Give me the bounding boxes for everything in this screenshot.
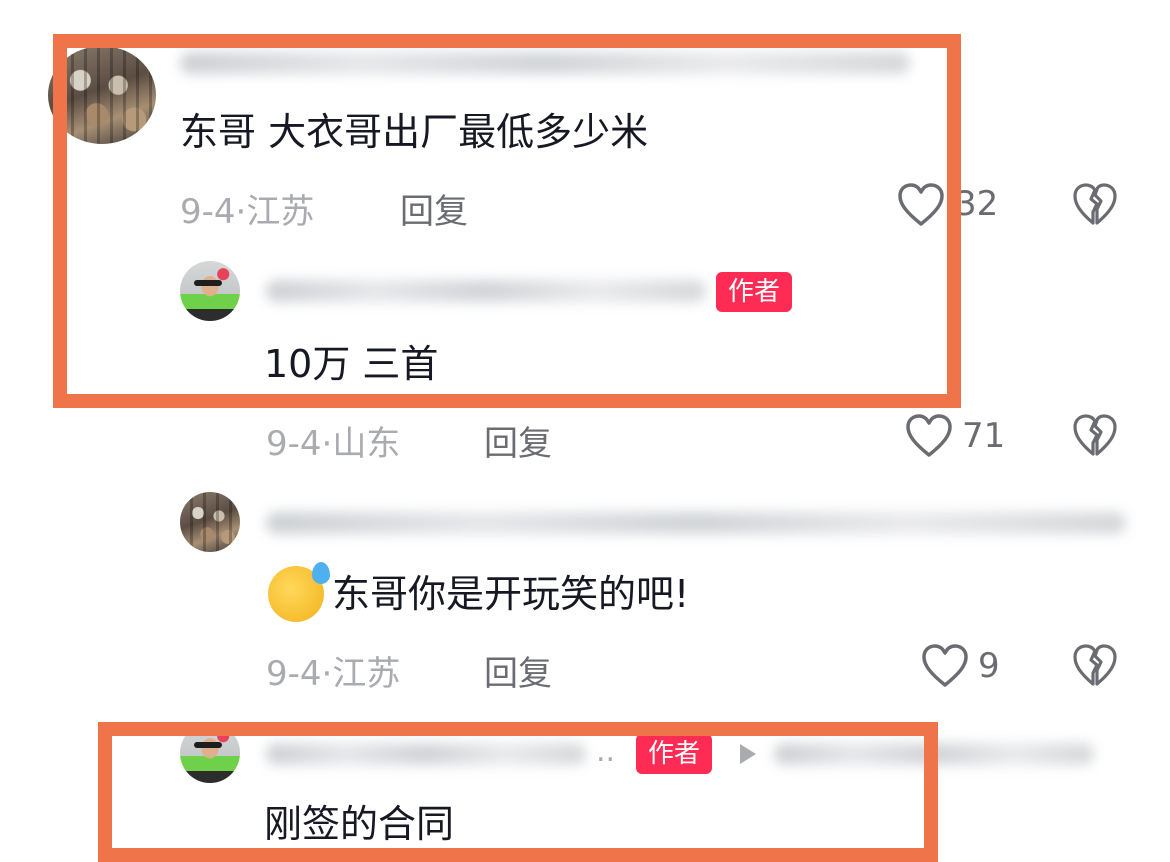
highlight-frame xyxy=(53,34,961,408)
comment-date: 9-4· xyxy=(266,654,333,694)
highlight-frame xyxy=(98,722,938,862)
sweat-smile-emoji xyxy=(268,562,330,622)
comment-meta: 9-4·山东 xyxy=(266,416,400,465)
commenter-avatar[interactable] xyxy=(180,492,240,552)
reply-button[interactable]: 回复 xyxy=(484,646,552,695)
like-count: 32 xyxy=(955,184,999,224)
broken-heart-icon[interactable] xyxy=(1072,643,1118,689)
comment-location: 山东 xyxy=(332,424,401,464)
heart-outline-icon[interactable] xyxy=(904,413,954,459)
comment-text: 东哥你是开玩笑的吧! xyxy=(332,572,690,616)
blurred-username xyxy=(266,512,1126,534)
broken-heart-icon[interactable] xyxy=(1072,182,1118,228)
comment-meta: 9-4·江苏 xyxy=(266,646,400,695)
reply-button[interactable]: 回复 xyxy=(484,416,552,465)
heart-outline-icon[interactable] xyxy=(920,643,970,689)
comment-date: 9-4· xyxy=(266,424,333,464)
broken-heart-icon[interactable] xyxy=(1072,413,1118,459)
comment-location: 江苏 xyxy=(332,654,401,694)
like-count: 9 xyxy=(978,646,1000,686)
like-count: 71 xyxy=(962,416,1006,456)
